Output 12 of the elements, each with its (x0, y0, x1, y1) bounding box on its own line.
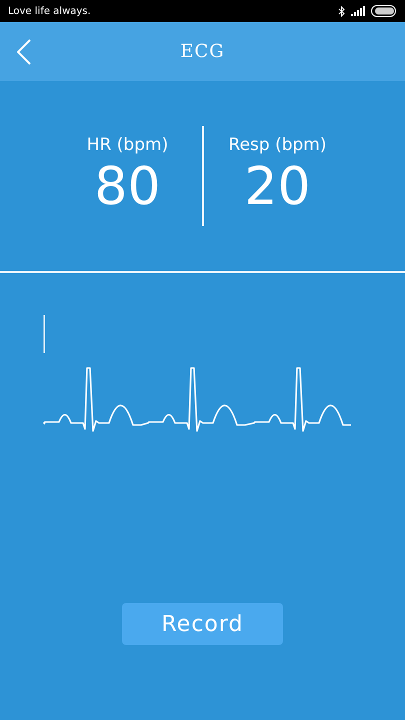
screen-title: ECG (180, 41, 225, 62)
metric-value: 20 (244, 157, 311, 217)
battery-icon (371, 5, 397, 17)
trace-cursor (44, 315, 45, 353)
metric-label: Resp (bpm) (228, 135, 326, 155)
back-icon (17, 39, 31, 65)
metric-value: 80 (94, 157, 161, 217)
bluetooth-icon (338, 6, 345, 16)
record-button[interactable]: Record (122, 603, 283, 645)
status-text: Love life always. (8, 6, 91, 16)
signal-icon (351, 6, 365, 16)
metric-label: HR (bpm) (86, 135, 168, 155)
